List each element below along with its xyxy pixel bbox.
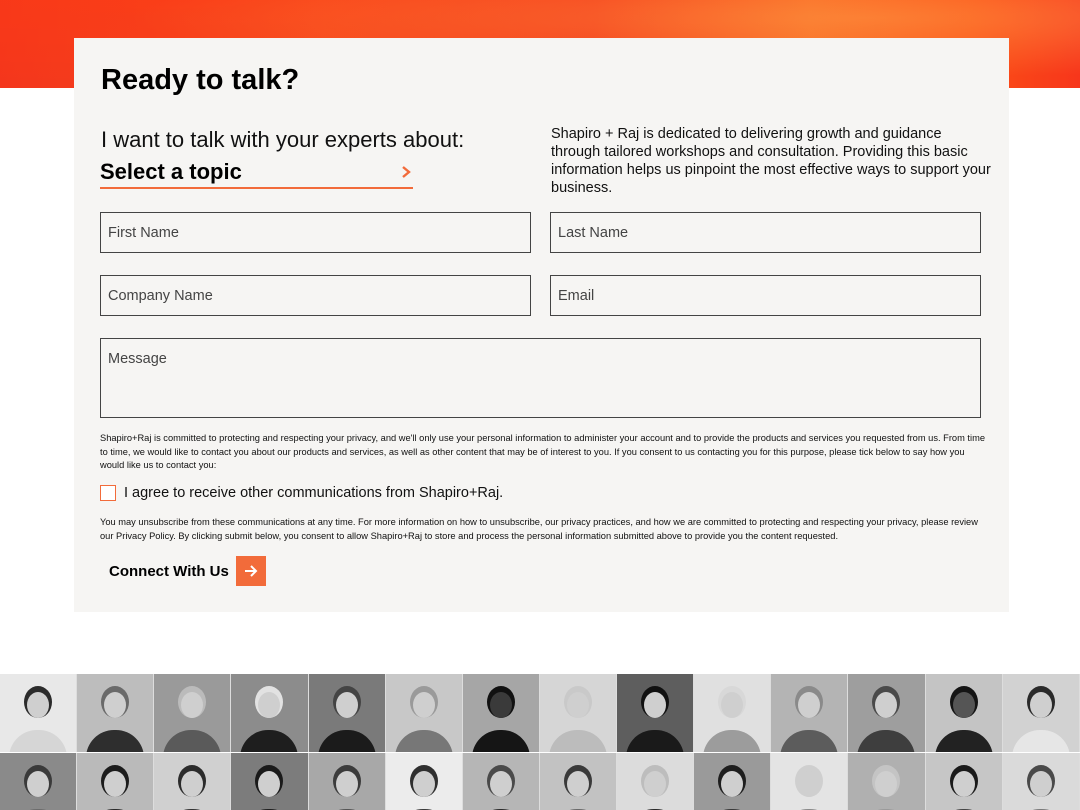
team-member-photo [462, 674, 540, 752]
team-member-photo [308, 674, 386, 752]
arrow-right-icon [235, 556, 266, 586]
team-photo-row [0, 753, 1080, 810]
topic-select-label: Select a topic [100, 159, 242, 184]
contact-form-card: Ready to talk? I want to talk with your … [74, 38, 1009, 612]
team-member-photo [385, 753, 463, 810]
team-member-photo [848, 753, 926, 810]
team-member-photo [231, 753, 309, 810]
team-member-photo [539, 674, 617, 752]
team-member-photo [1002, 753, 1080, 810]
connect-button[interactable]: Connect With Us [109, 556, 266, 586]
company-name-field[interactable] [100, 275, 531, 316]
form-title: Ready to talk? [101, 64, 300, 96]
team-member-photo [231, 674, 309, 752]
team-photo-row [0, 674, 1080, 752]
topic-lead-text: I want to talk with your experts about: [101, 127, 465, 152]
consent-checkbox[interactable] [100, 485, 116, 501]
team-member-photo [617, 674, 695, 752]
privacy-notice: Shapiro+Raj is committed to protecting a… [100, 433, 985, 470]
consent-label: I agree to receive other communications … [124, 485, 504, 501]
team-member-photo [154, 753, 232, 810]
consent-checkbox-row[interactable]: I agree to receive other communications … [100, 485, 503, 501]
first-name-field[interactable] [100, 212, 531, 253]
team-member-photo [0, 753, 78, 810]
team-member-photo [77, 753, 155, 810]
email-field[interactable] [550, 275, 981, 316]
team-member-photo [308, 753, 386, 810]
intro-blurb: Shapiro + Raj is dedicated to delivering… [551, 126, 991, 196]
team-member-photo [77, 674, 155, 752]
connect-button-label: Connect With Us [109, 562, 229, 580]
chevron-right-icon [402, 166, 411, 178]
team-member-photo [617, 753, 695, 810]
team-member-photo [0, 674, 78, 752]
team-member-photo [539, 753, 617, 810]
message-field[interactable] [100, 338, 981, 418]
team-member-photo [771, 674, 849, 752]
team-member-photo [925, 674, 1003, 752]
team-member-photo [694, 753, 772, 810]
team-photo-grid [0, 674, 1080, 810]
topic-select[interactable]: Select a topic [100, 157, 413, 189]
team-member-photo [694, 674, 772, 752]
team-member-photo [154, 674, 232, 752]
team-member-photo [385, 674, 463, 752]
last-name-field[interactable] [550, 212, 981, 253]
team-member-photo [848, 674, 926, 752]
team-member-photo [925, 753, 1003, 810]
team-member-photo [771, 753, 849, 810]
unsubscribe-notice: You may unsubscribe from these communica… [100, 517, 978, 541]
team-member-photo [462, 753, 540, 810]
team-member-photo [1002, 674, 1080, 752]
